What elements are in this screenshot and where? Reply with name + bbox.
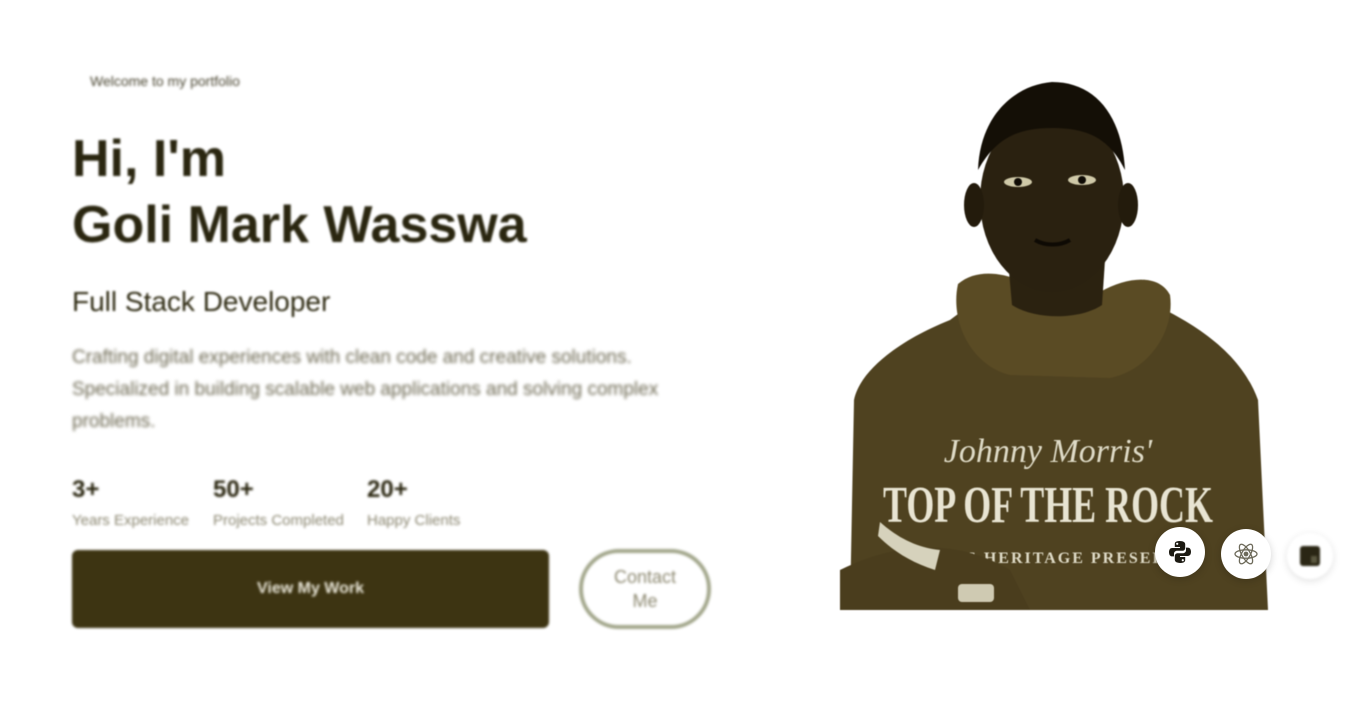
stat-projects: 50+ Projects Completed	[213, 476, 367, 529]
react-icon[interactable]	[1221, 529, 1271, 579]
stat-value: 20+	[367, 476, 408, 503]
view-my-work-button[interactable]: View My Work	[72, 550, 549, 628]
hero-description: Crafting digital experiences with clean …	[72, 347, 659, 432]
javascript-icon[interactable]	[1287, 533, 1333, 579]
shirt-script: Johnny Morris'	[944, 433, 1153, 470]
stat-label: Projects Completed	[213, 512, 344, 529]
greeting: Hi, I'm	[72, 130, 226, 188]
stat-experience: 3+ Years Experience	[72, 476, 213, 529]
developer-name: Goli Mark Wasswa	[72, 196, 527, 254]
stat-label: Years Experience	[72, 512, 190, 529]
role-title: Full Stack Developer	[72, 286, 331, 317]
hero-actions: View My Work Contact Me	[72, 549, 722, 629]
welcome-tag: Welcome to my portfolio	[90, 73, 240, 89]
stat-label: Happy Clients	[367, 512, 461, 529]
stat-value: 3+	[72, 476, 100, 503]
stat-clients: 20+ Happy Clients	[367, 476, 487, 529]
shirt-title: TOP OF THE ROCK	[883, 477, 1213, 534]
stats-row: 3+ Years Experience 50+ Projects Complet…	[72, 476, 722, 529]
python-icon[interactable]	[1155, 527, 1205, 577]
contact-me-button[interactable]: Contact Me	[579, 549, 711, 629]
hero-section: Welcome to my portfolio Hi, I'm Goli Mar…	[0, 0, 1362, 713]
hero-content: Welcome to my portfolio Hi, I'm Goli Mar…	[72, 70, 722, 629]
hero-headline: Hi, I'm Goli Mark Wasswa	[72, 126, 722, 258]
stat-value: 50+	[213, 476, 254, 503]
profile-photo: Johnny Morris' TOP OF THE ROCK OZARKS HE…	[840, 70, 1272, 610]
